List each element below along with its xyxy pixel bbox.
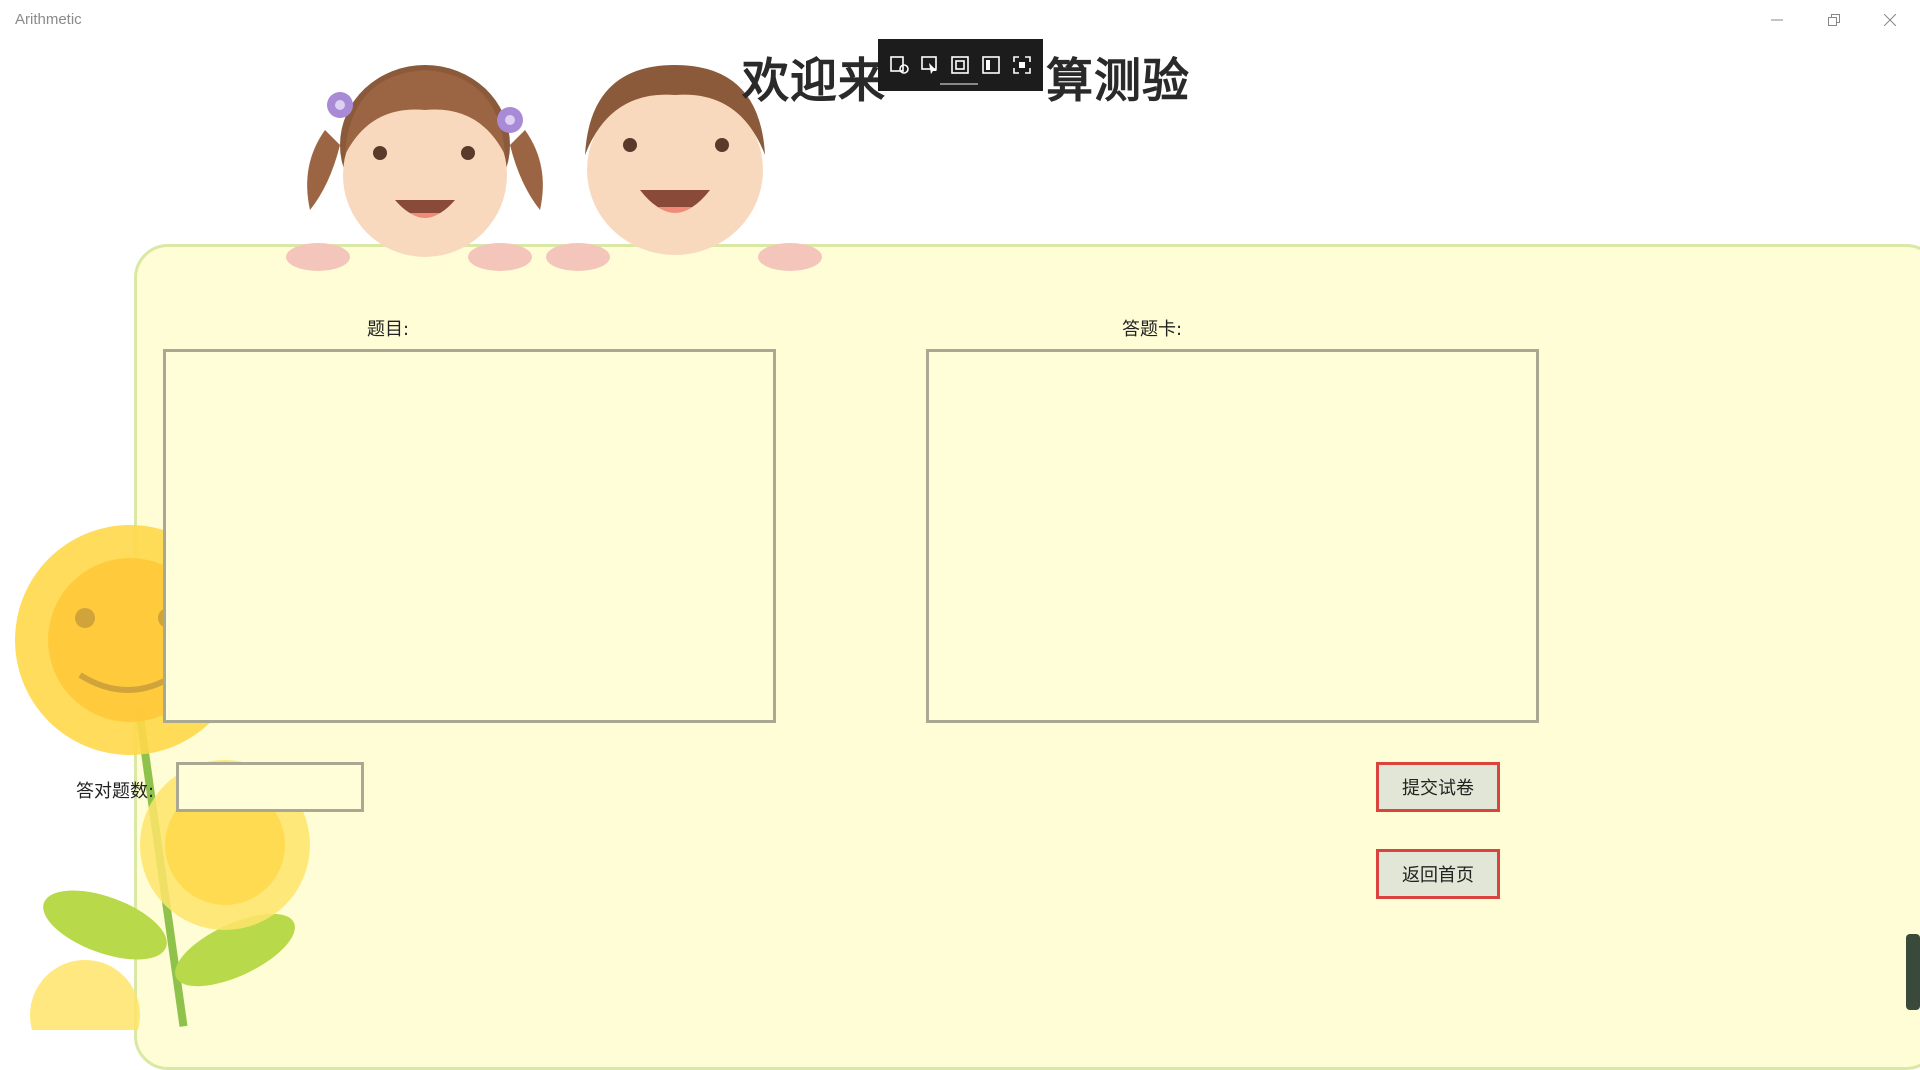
toolbar-active-indicator: [940, 83, 978, 85]
title-bar: Arithmetic: [0, 0, 1920, 40]
minimize-button[interactable]: [1754, 4, 1800, 36]
select-element-icon[interactable]: [918, 53, 942, 77]
answer-card-textarea[interactable]: [926, 349, 1539, 723]
scrollbar-handle[interactable]: [1906, 934, 1920, 1010]
return-home-button[interactable]: 返回首页: [1376, 849, 1500, 899]
frame-icon[interactable]: [948, 53, 972, 77]
overlay-toolbar: [878, 39, 1043, 91]
minimize-icon: [1771, 14, 1783, 26]
close-icon: [1884, 14, 1896, 26]
questions-label: 题目:: [367, 319, 410, 340]
questions-textarea[interactable]: [163, 349, 776, 723]
expand-icon[interactable]: [1010, 53, 1034, 77]
close-button[interactable]: [1867, 4, 1913, 36]
heading-text-start: 欢迎来: [742, 54, 886, 109]
capture-settings-icon[interactable]: [887, 53, 911, 77]
restore-icon: [1828, 14, 1840, 26]
answer-card-label: 答题卡:: [1122, 319, 1183, 340]
restore-button[interactable]: [1811, 4, 1857, 36]
correct-count-label: 答对题数:: [76, 781, 155, 802]
heading-text-end: 算测验: [1046, 54, 1190, 109]
correct-count-field[interactable]: [176, 762, 364, 812]
inspect-icon[interactable]: [979, 53, 1003, 77]
submit-exam-button[interactable]: 提交试卷: [1376, 762, 1500, 812]
app-title: Arithmetic: [15, 11, 82, 28]
